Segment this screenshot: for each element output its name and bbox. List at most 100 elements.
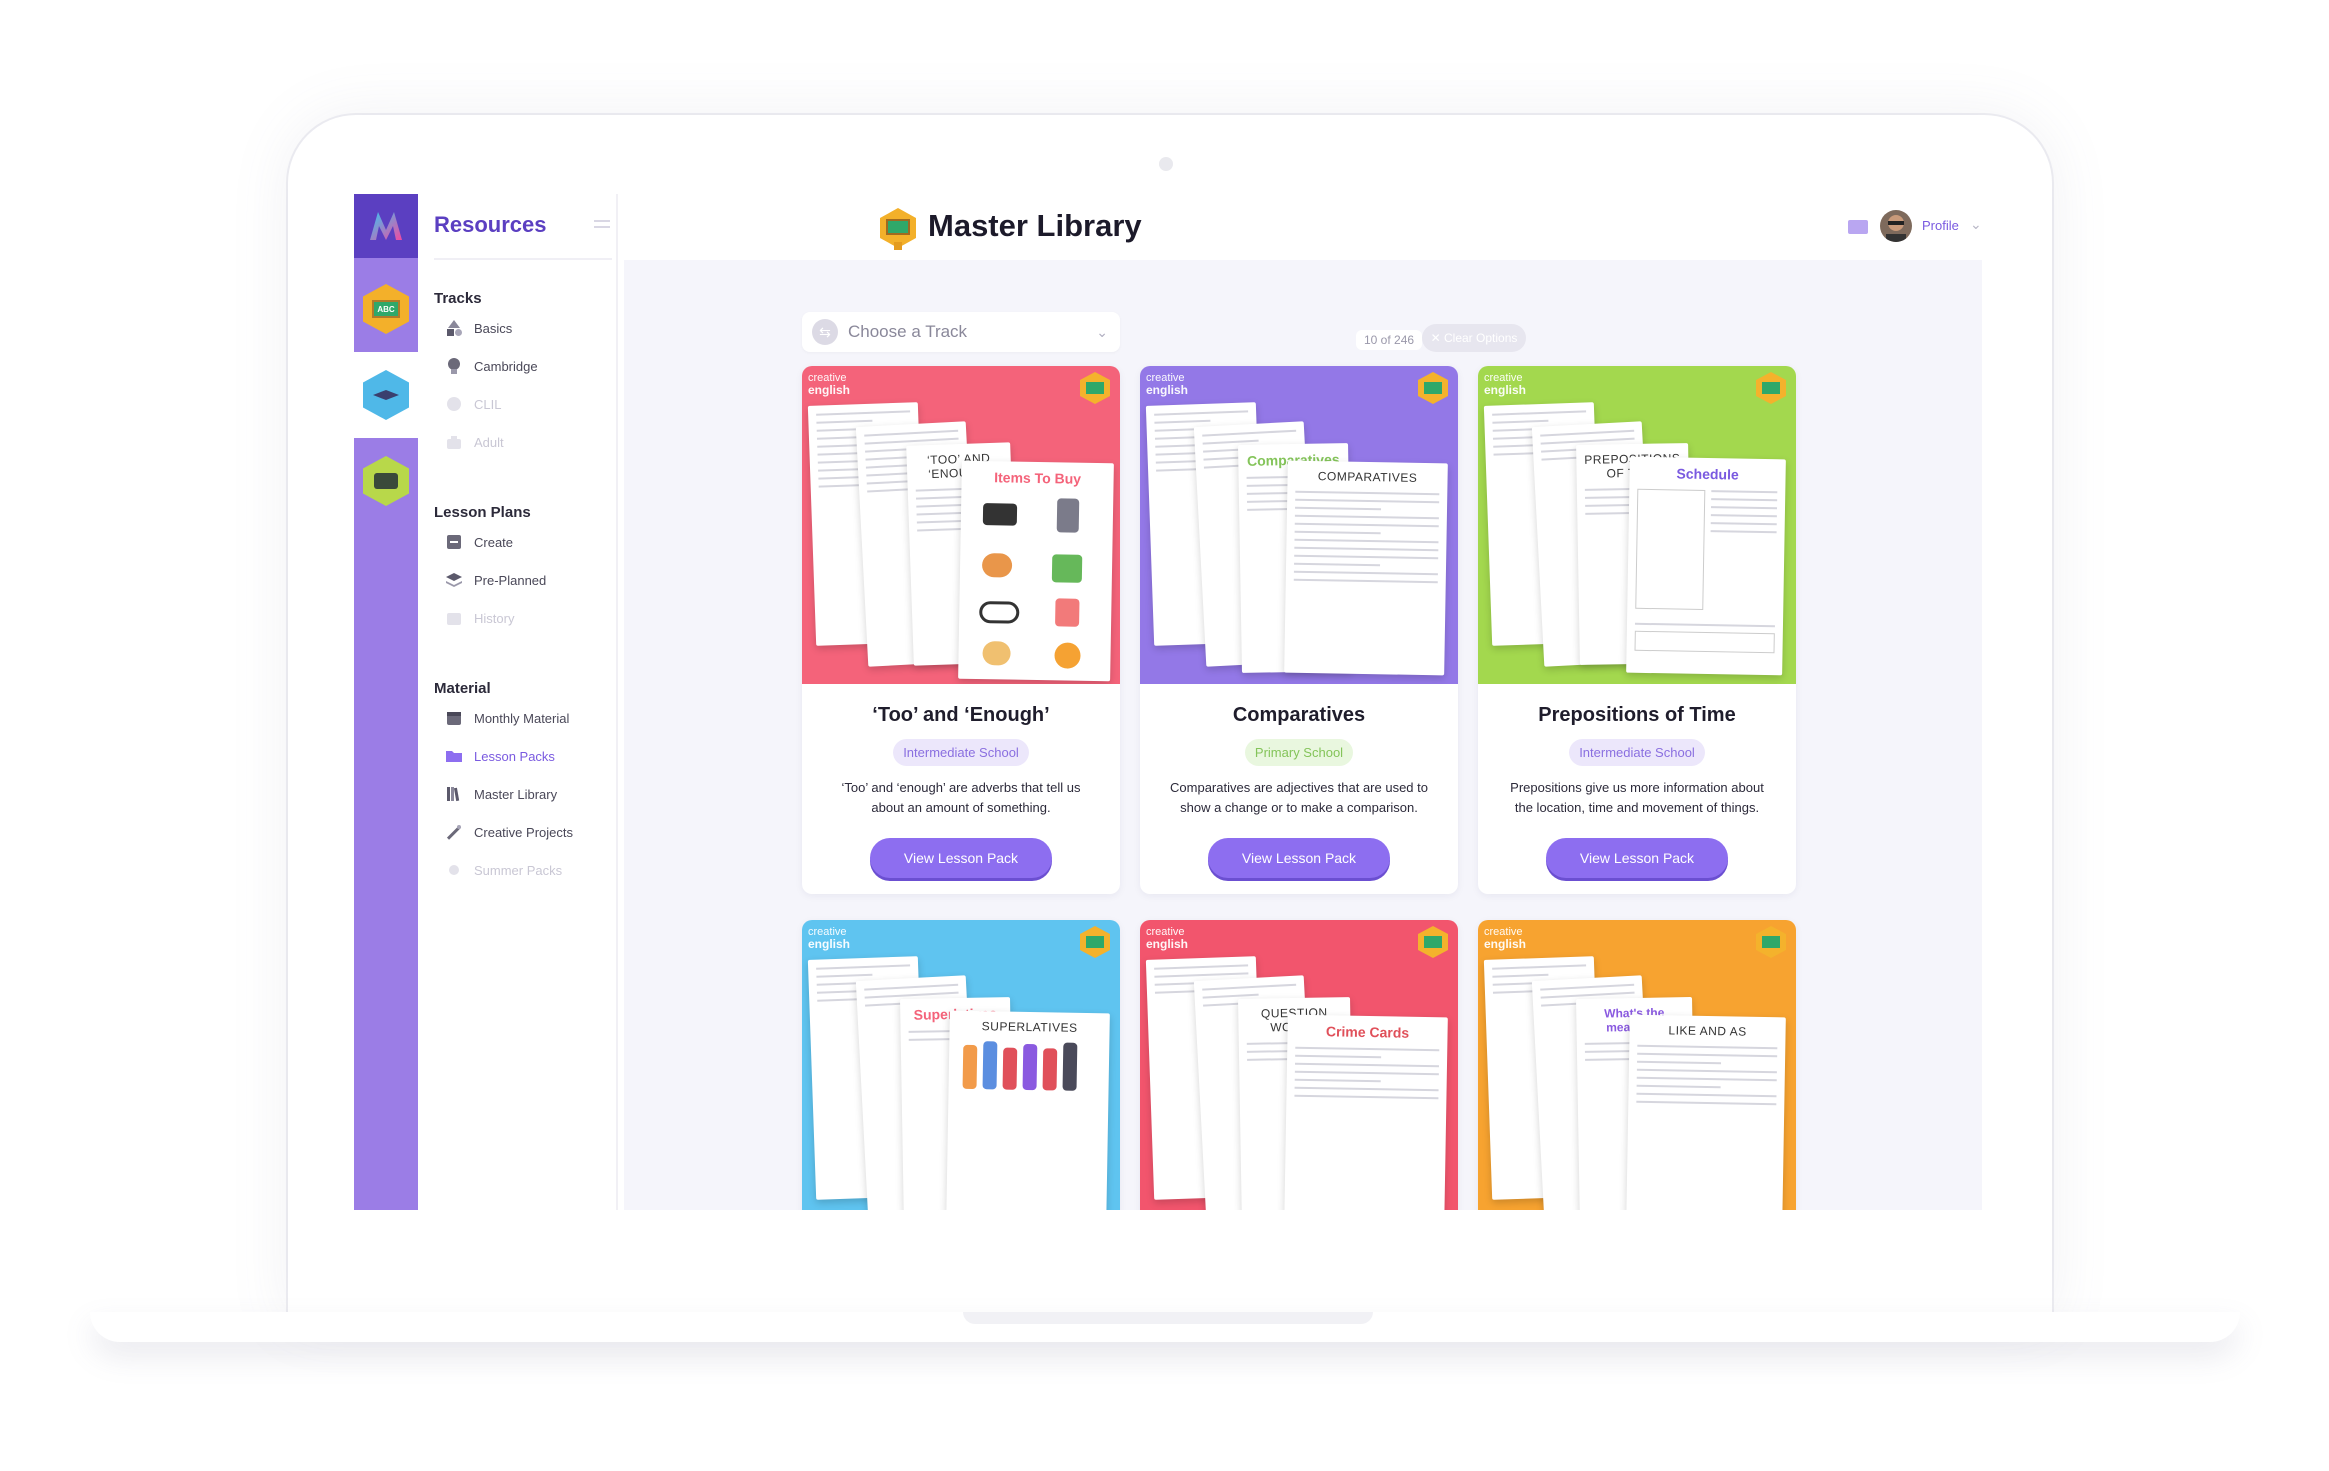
abc-badge-icon xyxy=(1418,372,1448,404)
clear-options-label: Clear Options xyxy=(1444,331,1518,345)
globe-icon xyxy=(444,394,464,414)
sidebar-item-label: Basics xyxy=(474,320,513,336)
worksheet-like-and-as: LIKE AND AS xyxy=(1626,1014,1786,1210)
sidebar-item-master-library[interactable]: Master Library xyxy=(444,782,557,806)
logo-icon xyxy=(370,212,402,240)
briefcase-badge-icon xyxy=(363,456,409,506)
card-thumbnail[interactable]: creative english ‘TOO’ AND ‘ENOUGH’ Items… xyxy=(802,366,1120,684)
worksheet-crime-cards: Crime Cards xyxy=(1284,1014,1448,1210)
sidebar-item-label: History xyxy=(474,610,515,626)
brand-label: creative english xyxy=(1146,372,1189,397)
view-lesson-pack-button[interactable]: View Lesson Pack xyxy=(1208,838,1390,878)
trophy-badge-icon xyxy=(876,206,920,252)
chevron-down-icon: ⌄ xyxy=(1096,323,1108,340)
abc-badge-icon: ABC xyxy=(363,284,409,334)
books-icon xyxy=(444,784,464,804)
brand-label: creative english xyxy=(1484,372,1527,397)
sidebar-item-creative-projects[interactable]: Creative Projects xyxy=(444,820,573,844)
sidebar-item-monthly-material[interactable]: Monthly Material xyxy=(444,706,569,730)
sidebar-item-basics[interactable]: Basics xyxy=(444,316,512,340)
page-title: Master Library xyxy=(928,208,1142,243)
page-header: Master Library Profile ⌄ xyxy=(618,194,1984,260)
track-select-placeholder: Choose a Track xyxy=(848,322,968,341)
profile-label[interactable]: Profile xyxy=(1922,218,1959,233)
card-thumbnail[interactable]: creativeenglish QUESTION WORDS Crime Car… xyxy=(1140,920,1458,1210)
sidebar-item-history[interactable]: History xyxy=(444,606,514,630)
abc-badge-icon xyxy=(1418,926,1448,958)
cambridge-icon xyxy=(444,356,464,376)
folder-icon xyxy=(444,746,464,766)
worksheet-superlatives: SUPERLATIVES xyxy=(946,1010,1110,1210)
rail-track-basics[interactable]: ABC xyxy=(354,266,418,352)
shapes-icon xyxy=(444,318,464,338)
collapse-menu-icon[interactable] xyxy=(594,220,610,232)
sidebar-item-label: Cambridge xyxy=(474,358,538,374)
card-thumbnail[interactable]: creativeenglish Comparatives COMPARATIVE… xyxy=(1140,366,1458,684)
rail-track-material[interactable] xyxy=(354,438,418,524)
app-screen: ABC Resources Tracks Basics Cambridge CL… xyxy=(354,194,1984,1210)
lesson-card: creativeenglish QUESTION WORDS Crime Car… xyxy=(1140,920,1458,1210)
laptop-notch xyxy=(963,1312,1373,1324)
lesson-card: creativeenglish What's the meaning? LIKE… xyxy=(1478,920,1796,1210)
view-lesson-pack-button[interactable]: View Lesson Pack xyxy=(870,838,1052,878)
lesson-card: creative english Comparatives COMPARATIVE… xyxy=(1140,366,1458,894)
layers-icon xyxy=(444,570,464,590)
sidebar-item-clil[interactable]: CLIL xyxy=(444,392,501,416)
create-icon xyxy=(444,532,464,552)
sidebar-item-label: Pre-Planned xyxy=(474,572,547,588)
main-content: ⇆ Choose a Track ⌄ 10 of 246 ✕ Clear Opt… xyxy=(624,260,1982,1210)
calendar-icon xyxy=(444,708,464,728)
card-description: Comparatives are adjectives that are use… xyxy=(1170,780,1428,815)
abc-badge-icon xyxy=(1756,926,1786,958)
app-logo[interactable] xyxy=(354,194,418,258)
sidebar-item-adult[interactable]: Adult xyxy=(444,430,504,454)
section-lesson-plans: Lesson Plans xyxy=(434,504,531,521)
result-count: 10 of 246 xyxy=(1356,330,1423,350)
mail-icon[interactable] xyxy=(1848,220,1868,234)
sun-icon xyxy=(444,860,464,880)
card-thumbnail[interactable]: creativeenglish Superlatives SUPERLATIVE… xyxy=(802,920,1120,1210)
worksheet-items-to-buy: Items To Buy xyxy=(958,460,1114,682)
section-tracks: Tracks xyxy=(434,290,482,307)
abc-badge-icon xyxy=(1756,372,1786,404)
left-rail: ABC xyxy=(354,194,418,1210)
section-material: Material xyxy=(434,680,491,697)
abc-badge-icon xyxy=(1080,372,1110,404)
brand-label: creative english xyxy=(808,372,851,397)
card-description: Prepositions give us more information ab… xyxy=(1510,780,1764,815)
sidebar-item-summer-packs[interactable]: Summer Packs xyxy=(444,858,562,882)
card-title: ‘Too’ and ‘Enough’ xyxy=(872,704,1050,726)
avatar[interactable] xyxy=(1880,210,1912,242)
sidebar-item-create[interactable]: Create xyxy=(444,530,513,554)
camera-dot xyxy=(1159,157,1173,171)
card-title: Prepositions of Time xyxy=(1538,704,1736,726)
rail-track-cambridge[interactable] xyxy=(354,352,418,438)
close-icon: ✕ xyxy=(1430,331,1444,345)
lesson-card: creativeenglish Superlatives SUPERLATIVE… xyxy=(802,920,1120,1210)
abc-badge-icon xyxy=(1080,926,1110,958)
card-thumbnail[interactable]: creativeenglish What's the meaning? LIKE… xyxy=(1478,920,1796,1210)
clear-options-button[interactable]: ✕ Clear Options xyxy=(1422,324,1526,352)
sidebar-item-label: Lesson Packs xyxy=(474,748,555,764)
wand-icon xyxy=(444,822,464,842)
shuffle-icon: ⇆ xyxy=(812,319,838,345)
view-lesson-pack-button[interactable]: View Lesson Pack xyxy=(1546,838,1728,878)
brand-label: creative english xyxy=(1484,926,1527,951)
lesson-card: creative english ‘TOO’ AND ‘ENOUGH’ Items… xyxy=(802,366,1120,894)
sidebar-item-cambridge[interactable]: Cambridge xyxy=(444,354,538,378)
sidebar-item-label: CLIL xyxy=(474,396,502,412)
track-select[interactable]: ⇆ Choose a Track ⌄ xyxy=(802,312,1120,352)
sidebar-item-pre-planned[interactable]: Pre-Planned xyxy=(444,568,546,592)
level-badge: Intermediate School xyxy=(893,739,1029,766)
chevron-down-icon[interactable]: ⌄ xyxy=(1970,216,1982,233)
briefcase-icon xyxy=(444,432,464,452)
card-thumbnail[interactable]: creativeenglish PREPOSITIONS OF TIME Sch… xyxy=(1478,366,1796,684)
sidebar-divider xyxy=(434,258,612,260)
sidebar-item-label: Master Library xyxy=(474,786,558,802)
sidebar-item-label: Summer Packs xyxy=(474,862,563,878)
sidebar-item-lesson-packs[interactable]: Lesson Packs xyxy=(444,744,555,768)
sidebar-title: Resources xyxy=(434,212,547,237)
graduation-cap-icon xyxy=(363,370,409,420)
card-title: Comparatives xyxy=(1232,704,1366,726)
level-badge: Primary School xyxy=(1244,739,1354,766)
